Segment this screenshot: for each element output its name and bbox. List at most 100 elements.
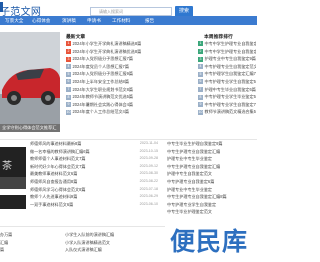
list-item[interactable]: 中专生护理专业自我鉴定汇编8篇 — [167, 193, 255, 201]
list-item[interactable]: 2中专中学生护理专业自我鉴定8篇 — [198, 48, 256, 56]
list-item-text: 中专中学生护理专业自我鉴定8篇 — [204, 48, 257, 54]
article-list-bottom: 小学生入队前的演讲稿汇编 小学入队演讲稿精选范文 入队仪式演讲稿汇编 — [65, 231, 165, 254]
list-item[interactable]: 1中专中学生护理专业自我鉴定9篇 — [198, 40, 256, 48]
list-item[interactable]: 中专生毕业生护理自我鉴定9篇 — [167, 140, 255, 148]
table-row[interactable]: 师德师风学习心得体会范文8篇 2023-07-18 — [30, 186, 158, 194]
latest-list: 1 2024年小学生开学典礼演讲稿精选8篇 2 2024年小学生开学典礼演讲稿优选8篇… — [66, 40, 166, 116]
nav-item-experience[interactable]: 心得体会 — [32, 16, 50, 25]
rank-badge: 9 — [198, 102, 203, 108]
list-item[interactable]: 护理中专生自我鉴定范文 — [167, 170, 255, 178]
list-item[interactable]: 4中专护理专业生自我鉴定范文8篇 — [198, 63, 256, 71]
list-item[interactable]: 9 2024年暑期社会实践心得体会4篇 — [66, 101, 166, 109]
list-item[interactable]: 2 2024年小学生开学典礼演讲稿优选8篇 — [66, 48, 166, 56]
list-item[interactable]: 中专护理专业自我鉴定6篇 — [167, 178, 255, 186]
svg-text:茶: 茶 — [2, 159, 12, 172]
thumbnail-small[interactable] — [0, 195, 26, 209]
list-item[interactable]: 3 2024年入党积极分子思想汇报7篇 — [66, 55, 166, 63]
hero-image[interactable] — [0, 32, 60, 124]
rank-badge: 2 — [66, 49, 71, 55]
list-item[interactable]: 小学入队演讲稿精选范文 — [65, 239, 165, 247]
list-item[interactable]: 护理专业中专生毕业鉴定 — [167, 155, 255, 163]
list-item[interactable]: 10 教师节演讲稿范文精选合集5篇 — [198, 108, 256, 116]
list-item-text: 2024年度个人工作总结范文4篇 — [72, 109, 129, 115]
nav-item-speech[interactable]: 演讲稿 — [62, 16, 76, 25]
rank-badge: 4 — [198, 64, 203, 70]
nav-item-application[interactable]: 申请书 — [87, 16, 101, 25]
list-item[interactable]: 小学生入队前的演讲稿汇编 — [65, 231, 165, 239]
list-item[interactable]: 8 中专护理专业学生毕业鉴定5篇 — [198, 93, 256, 101]
short-list: 办万篇 汇编篇 — [0, 231, 40, 254]
nav-item-work[interactable]: 工作材料 — [112, 16, 130, 25]
list-item-text: 2024年小学生开学典礼演讲稿精选8篇 — [72, 41, 142, 46]
table-row[interactable]: 最美教师事迹材料范文6篇 2023-08-30 — [30, 170, 158, 178]
list-item[interactable]: 7 护理中专生毕业自我鉴定6篇 — [198, 86, 256, 94]
list-item-text: 2024年入党积极分子思想汇报9篇 — [72, 71, 134, 77]
list-item-text: 2024年小学生开学典礼演讲稿优选8篇 — [72, 48, 142, 54]
rank-badge: 2 — [198, 49, 203, 55]
article-date: 2023-06-10 — [139, 201, 158, 206]
list-item[interactable]: 7 2024年大学生职业规划书范文8篇 — [66, 86, 166, 94]
latest-title: 最新文章 — [66, 35, 86, 40]
article-list-left: 师德师风的事迹材料最新8篇 2023-11-04 做一名幸福的教师演讲稿汇编6篇 20… — [30, 140, 158, 208]
list-item[interactable]: 6 中专护理专业学生自我鉴定5篇 — [198, 78, 256, 86]
rank-badge: 8 — [198, 94, 203, 100]
table-row[interactable]: 一双手事迹材料范文6篇 2023-06-10 — [30, 201, 158, 209]
list-item[interactable]: 入队仪式演讲稿汇编 — [65, 246, 165, 254]
table-row[interactable]: 做一名幸福的教师演讲稿汇编6篇 2023-10-15 — [30, 148, 158, 156]
article-title: 教师个人先进事迹材料9篇 — [30, 194, 78, 200]
rank-badge: 3 — [198, 56, 203, 62]
list-item[interactable]: 中专生毕业护理鉴定范文 — [167, 208, 255, 216]
list-item[interactable]: 10 2024年度个人工作总结范文4篇 — [66, 108, 166, 116]
list-item[interactable]: 中专生护理专业自我鉴定汇编 — [167, 163, 255, 171]
list-item-text: 教师节演讲稿范文精选合集5篇 — [204, 109, 257, 115]
list-item-text: 2024年大学生职业规划书范文8篇 — [72, 86, 134, 92]
article-date: 2023-10-15 — [139, 148, 158, 153]
article-title: 师德师风自查报告通用8篇 — [30, 178, 78, 184]
table-row[interactable]: 教师师德个人事迹材料范文7篇 2023-09-28 — [30, 155, 158, 163]
list-item-text: 2024年度党员个人思想汇报7篇 — [72, 63, 129, 69]
list-item[interactable]: 办万篇 — [0, 231, 40, 239]
list-item[interactable]: 5 2024年入党积极分子思想汇报9篇 — [66, 70, 166, 78]
article-date: 2023-08-22 — [139, 178, 158, 183]
list-item[interactable]: 8 2024年教师节演讲稿范文优选5篇 — [66, 93, 166, 101]
list-item[interactable]: 5 中专护理学生自我鉴定汇编7篇 — [198, 70, 256, 78]
list-item[interactable]: 1 2024年小学生开学典礼演讲稿精选8篇 — [66, 40, 166, 48]
rank-badge: 7 — [198, 86, 203, 92]
article-title: 新时代好少年心得体会范文7篇 — [30, 163, 86, 169]
list-item-text: 中专护理专业生自我鉴定范文8篇 — [204, 63, 257, 69]
list-item-text: 中专护理专业学生自我鉴定5篇 — [204, 78, 257, 84]
rank-badge: 5 — [66, 71, 71, 77]
nav-item-report[interactable]: 报告 — [145, 16, 154, 25]
list-item[interactable]: 护理专业中专生毕业鉴定 — [167, 186, 255, 194]
table-row[interactable]: 教师个人先进事迹材料9篇 2023-06-29 — [30, 193, 158, 201]
list-item[interactable]: 篇 — [0, 246, 40, 254]
recommend-list: 1中专中学生护理专业自我鉴定9篇2中专中学生护理专业自我鉴定8篇3护理专业中专生… — [198, 40, 256, 116]
hero-caption[interactable]: 全学守则心得体会范文推荐汇总7篇 — [0, 124, 60, 138]
rank-badge: 4 — [66, 64, 71, 70]
list-item[interactable]: 4 2024年度党员个人思想汇报7篇 — [66, 63, 166, 71]
list-item[interactable]: 中专生护理专业自我鉴定汇编 — [167, 148, 255, 156]
list-item[interactable]: 9 中专护理专业学生自我鉴定7篇 — [198, 101, 256, 109]
list-item[interactable]: 3 护理专业中专生自我鉴定9篇 — [198, 55, 256, 63]
list-item[interactable]: 汇编 — [0, 239, 40, 247]
list-item-text: 2024年暑期社会实践心得体会4篇 — [72, 101, 134, 107]
table-row[interactable]: 新时代好少年心得体会范文7篇 2023-09-12 — [30, 163, 158, 171]
table-row[interactable]: 师德师风自查报告通用8篇 2023-08-22 — [30, 178, 158, 186]
article-list-right: 中专生毕业生护理自我鉴定9篇 中专生护理专业自我鉴定汇编 护理专业中专生毕业鉴定 中专… — [167, 140, 255, 216]
table-row[interactable]: 师德师风的事迹材料最新8篇 2023-11-04 — [30, 140, 158, 148]
list-item-text: 中专护理专业学生自我鉴定7篇 — [204, 101, 257, 107]
article-date: 2023-11-04 — [139, 141, 158, 145]
car-photo — [0, 32, 60, 124]
list-item[interactable]: 6 2024年上半年安全工作总结8篇 — [66, 78, 166, 86]
list-item-text: 中专护理专业学生毕业鉴定5篇 — [204, 94, 257, 100]
section-thumbnail[interactable]: 茶 — [0, 147, 26, 189]
article-date: 2023-06-29 — [139, 194, 158, 199]
search-input[interactable]: 请输入搜索词 — [90, 7, 172, 16]
rank-badge: 10 — [66, 109, 71, 115]
recommend-title: 本周推荐排行 — [204, 35, 233, 40]
article-date: 2023-09-28 — [139, 156, 158, 161]
nav-item-scenery[interactable]: 写景大全 — [5, 16, 23, 25]
list-item-text: 护理专业中专生自我鉴定9篇 — [204, 56, 256, 62]
list-item[interactable]: 中专护理专业学生自我鉴定 — [167, 201, 255, 209]
rank-badge: 6 — [66, 79, 71, 85]
